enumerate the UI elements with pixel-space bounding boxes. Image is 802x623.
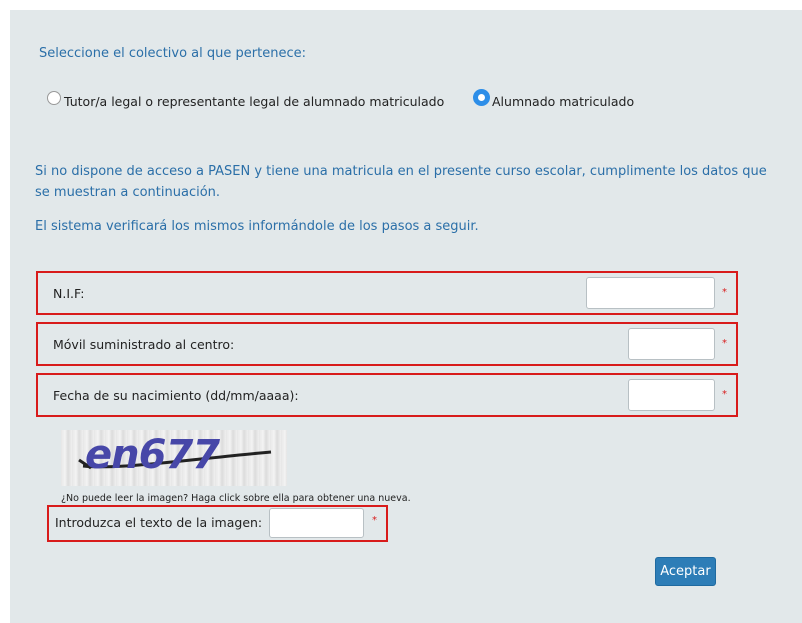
info-verify: El sistema verificará los mismos informá… [35,219,479,234]
radio-tutor[interactable] [47,91,61,105]
mobile-label: Móvil suministrado al centro: [53,337,235,352]
group-prompt: Seleccione el colectivo al que pertenece… [39,46,306,61]
radio-tutor-label[interactable]: Tutor/a legal o representante legal de a… [64,94,444,109]
info-line-1: Si no dispone de acceso a PASEN y tiene … [35,164,767,179]
mobile-input[interactable] [628,328,715,360]
radio-alumnado[interactable] [473,89,490,106]
captcha-image[interactable]: en677 [61,430,287,486]
nif-required-marker: * [722,287,727,298]
captcha-refresh-note[interactable]: ¿No puede leer la imagen? Haga click sob… [61,493,411,504]
nif-label: N.I.F: [53,286,85,301]
birthdate-label: Fecha de su nacimiento (dd/mm/aaaa): [53,388,299,403]
accept-button[interactable]: Aceptar [655,557,716,586]
captcha-text: en677 [85,432,220,478]
birthdate-required-marker: * [722,389,727,400]
nif-input[interactable] [586,277,715,309]
info-line-2: se muestran a continuación. [35,185,221,200]
mobile-required-marker: * [722,338,727,349]
birthdate-input[interactable] [628,379,715,411]
radio-alumnado-label[interactable]: Alumnado matriculado [492,94,634,109]
captcha-required-marker: * [372,515,377,526]
captcha-input[interactable] [269,508,364,538]
captcha-label: Introduzca el texto de la imagen: [55,515,263,530]
